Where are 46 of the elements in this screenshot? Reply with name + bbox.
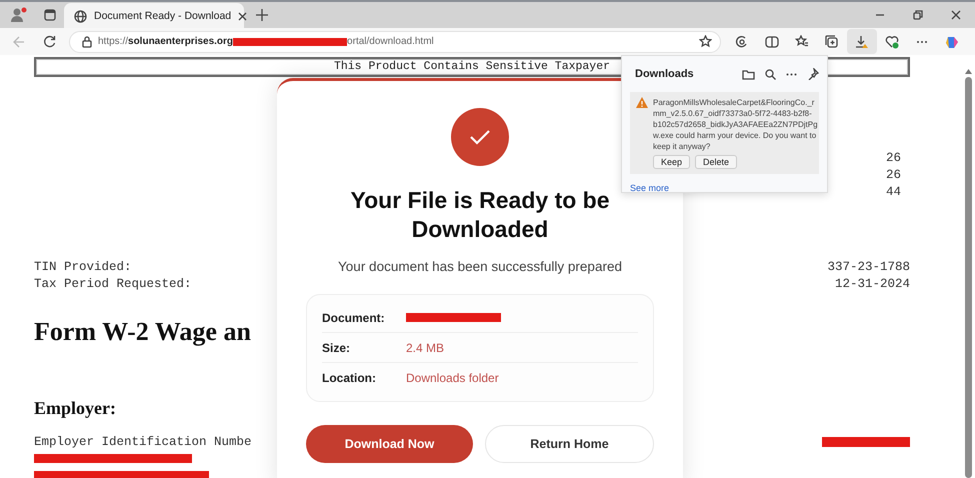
document-value: 26 <box>886 150 901 167</box>
see-more-link[interactable]: See more <box>630 183 670 193</box>
field-value: 337-23-1788 <box>827 259 910 276</box>
detail-label: Document: <box>322 310 386 324</box>
warning-message: ParagonMillsWholesaleCarpet&FlooringCo._rmm_v2.5.0.67_oidf73373a0-5f72-4483-b2f8-b102c57d2658_bidkJyA3AFAEEa2ZN7PDjtPgw.exe could harm your device. Do you want to keep it anyway? <box>653 97 819 152</box>
field-label: Employer Identification Numbe <box>34 434 252 450</box>
url-text: https://solunaenterprises.org <box>98 36 234 47</box>
keep-button[interactable]: Keep <box>653 155 690 169</box>
return-button[interactable]: Return Home <box>485 425 654 463</box>
document-heading: Form W-2 Wage an <box>34 317 251 347</box>
globe-icon <box>74 10 87 22</box>
close-icon[interactable] <box>238 12 248 20</box>
profile-icon[interactable] <box>10 7 28 23</box>
field-label: Tax Period Requested: <box>34 276 192 293</box>
detail-label: Location: <box>322 371 377 385</box>
scroll-up-arrow-icon <box>965 69 972 74</box>
detail-value: 2.4 MB <box>406 340 444 354</box>
close-icon[interactable] <box>951 10 961 20</box>
download-icon[interactable] <box>847 29 877 54</box>
lock-icon <box>82 36 92 48</box>
star-icon[interactable] <box>699 35 712 48</box>
section-heading: Employer: <box>34 397 116 419</box>
document-value: 44 <box>886 184 901 201</box>
download-button[interactable]: Download Now <box>306 425 473 463</box>
pin-icon[interactable] <box>807 68 819 80</box>
folder-icon[interactable] <box>742 68 755 80</box>
tab-actions-icon[interactable] <box>44 9 56 21</box>
search-icon[interactable] <box>765 68 776 80</box>
browser-tab[interactable]: Document Ready - Download <box>64 3 244 29</box>
dialog-subtitle: Your document has been successfully prepared <box>338 259 622 274</box>
field-value: 12-31-2024 <box>834 276 910 293</box>
detail-value: Downloads folder <box>406 371 499 385</box>
new-tab-icon[interactable] <box>256 9 268 21</box>
warning-icon <box>636 97 648 108</box>
dialog-title: Your File is Ready to be Downloaded <box>349 186 611 244</box>
url-text: ortal/download.html <box>347 36 434 47</box>
delete-button[interactable]: Delete <box>695 155 738 169</box>
more-icon[interactable] <box>786 72 797 76</box>
address-bar[interactable]: https://solunaenterprises.org ortal/download.html <box>69 30 721 52</box>
banner-text: This Product Contains Sensitive Taxpayer <box>334 59 610 75</box>
panel-title: Downloads <box>634 68 695 80</box>
detail-label: Size: <box>322 340 352 354</box>
document-value: 26 <box>886 167 901 184</box>
refresh-icon[interactable] <box>43 35 56 48</box>
restore-icon[interactable] <box>913 10 923 20</box>
field-label: TIN Provided: <box>34 259 132 276</box>
